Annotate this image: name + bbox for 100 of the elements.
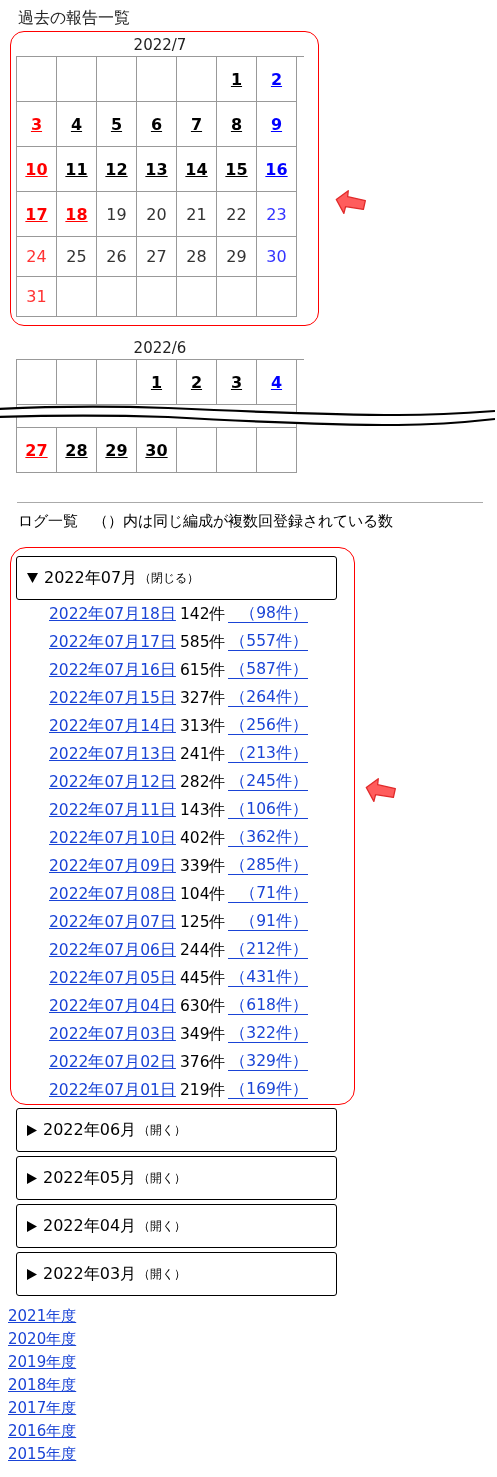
calendar-day[interactable]: 8	[230, 114, 243, 134]
date-link[interactable]: 2022年07月10日	[49, 827, 176, 849]
log-count: 143件	[179, 799, 227, 821]
calendar-day[interactable]: 17	[25, 204, 48, 224]
calendar-day[interactable]: 27	[25, 440, 48, 460]
month-toggle[interactable]: 2022年06月（開く）	[16, 1108, 337, 1152]
month-toggle[interactable]: 2022年04月（開く）	[16, 1204, 337, 1248]
date-link[interactable]: 2022年07月01日	[49, 1079, 176, 1101]
calendar-day[interactable]: 9	[270, 114, 283, 134]
date-link[interactable]: 2022年07月08日	[49, 883, 176, 905]
date-link[interactable]: 2022年07月13日	[49, 743, 176, 765]
month-toggle[interactable]: 2022年07月（閉じる）	[16, 556, 337, 600]
duplicate-count-link[interactable]: （71件）	[227, 885, 308, 903]
duplicate-count-link[interactable]: （285件）	[227, 857, 308, 875]
year-link[interactable]: 2016年度	[8, 1420, 77, 1443]
date-link[interactable]: 2022年07月05日	[49, 967, 176, 989]
month-label: 2022年04月	[43, 1215, 137, 1237]
calendar-day[interactable]: 12	[105, 159, 128, 179]
duplicate-count-link[interactable]: （264件）	[227, 689, 308, 707]
log-count: 313件	[179, 715, 227, 737]
duplicate-count-link[interactable]: （431件）	[227, 969, 308, 987]
year-link[interactable]: 2017年度	[8, 1397, 77, 1420]
date-link[interactable]: 2022年07月11日	[49, 799, 176, 821]
calendar-day: 25	[66, 247, 87, 266]
calendar-day[interactable]: 15	[225, 159, 248, 179]
toggle-hint: （閉じる）	[139, 569, 200, 587]
calendar-day[interactable]: 2	[270, 69, 283, 89]
duplicate-count-link[interactable]: （245件）	[227, 773, 308, 791]
duplicate-count-link[interactable]: （329件）	[227, 1053, 308, 1071]
log-count: 339件	[179, 855, 227, 877]
date-link[interactable]: 2022年07月18日	[49, 603, 176, 625]
calendar-day: 20	[146, 204, 167, 224]
date-link[interactable]: 2022年07月15日	[49, 687, 176, 709]
calendar-day[interactable]: 11	[65, 159, 88, 179]
date-link[interactable]: 2022年07月17日	[49, 631, 176, 653]
duplicate-count-link[interactable]: （362件）	[227, 829, 308, 847]
calendar-day[interactable]: 28	[65, 440, 88, 460]
log-count: 219件	[179, 1079, 227, 1101]
calendar-day[interactable]: 2	[190, 372, 203, 392]
calendar-day[interactable]: 16	[265, 159, 288, 179]
log-count: 125件	[179, 911, 227, 933]
log-count: 585件	[179, 631, 227, 653]
calendar-day[interactable]: 7	[190, 114, 203, 134]
log-count: 630件	[179, 995, 227, 1017]
date-link[interactable]: 2022年07月09日	[49, 855, 176, 877]
calendar-day[interactable]: 14	[185, 159, 208, 179]
expanded-triangle-icon	[27, 573, 38, 583]
calendar-day[interactable]: 18	[65, 204, 88, 224]
date-link[interactable]: 2022年07月04日	[49, 995, 176, 1017]
duplicate-count-link[interactable]: （212件）	[227, 941, 308, 959]
calendar-day[interactable]: 5	[110, 114, 123, 134]
duplicate-count-link[interactable]: （213件）	[227, 745, 308, 763]
year-link[interactable]: 2015年度	[8, 1443, 77, 1466]
duplicate-count-link[interactable]: （256件）	[227, 717, 308, 735]
date-link[interactable]: 2022年07月07日	[49, 911, 176, 933]
duplicate-count-link[interactable]: （587件）	[227, 661, 308, 679]
log-count: 244件	[179, 939, 227, 961]
date-link[interactable]: 2022年07月16日	[49, 659, 176, 681]
calendar-day[interactable]: 10	[25, 159, 48, 179]
calendar-caption: 2022/7	[132, 35, 188, 56]
calendar-day[interactable]: 1	[230, 69, 243, 89]
date-link[interactable]: 2022年07月02日	[49, 1051, 176, 1073]
calendar-day[interactable]: 30	[145, 440, 168, 460]
calendar-day[interactable]: 29	[105, 440, 128, 460]
calendar-day[interactable]: 3	[30, 114, 43, 134]
log-count: 445件	[179, 967, 227, 989]
duplicate-count-link[interactable]: （169件）	[227, 1081, 308, 1099]
toggle-hint: （開く）	[138, 1121, 187, 1139]
duplicate-count-link[interactable]: （618件）	[227, 997, 308, 1015]
year-link[interactable]: 2020年度	[8, 1328, 77, 1351]
calendar-day: 28	[186, 247, 207, 266]
calendar-day[interactable]: 6	[150, 114, 163, 134]
month-toggle[interactable]: 2022年03月（開く）	[16, 1252, 337, 1296]
duplicate-count-link[interactable]: （98件）	[227, 605, 308, 623]
calendar-day: 19	[106, 204, 127, 224]
month-toggle[interactable]: 2022年05月（開く）	[16, 1156, 337, 1200]
calendar-day[interactable]: 4	[270, 372, 283, 392]
collapsed-triangle-icon	[27, 1172, 37, 1184]
year-link[interactable]: 2018年度	[8, 1374, 77, 1397]
log-count: 104件	[179, 883, 227, 905]
duplicate-count-link[interactable]: （322件）	[227, 1025, 308, 1043]
calendar-day[interactable]: 4	[70, 114, 83, 134]
calendar-day[interactable]: 13	[145, 159, 168, 179]
log-count: 349件	[179, 1023, 227, 1045]
date-link[interactable]: 2022年07月06日	[49, 939, 176, 961]
calendar-day: 21	[186, 204, 207, 224]
date-link[interactable]: 2022年07月12日	[49, 771, 176, 793]
pointer-arrow-icon	[364, 778, 396, 804]
duplicate-count-link[interactable]: （91件）	[227, 913, 308, 931]
toggle-hint: （開く）	[138, 1265, 187, 1283]
month-label: 2022年07月	[44, 567, 138, 589]
duplicate-count-link[interactable]: （106件）	[227, 801, 308, 819]
calendar-day[interactable]: 1	[150, 372, 163, 392]
year-link[interactable]: 2019年度	[8, 1351, 77, 1374]
date-link[interactable]: 2022年07月03日	[49, 1023, 176, 1045]
log-count: 142件	[179, 603, 227, 625]
year-link[interactable]: 2021年度	[8, 1305, 77, 1328]
date-link[interactable]: 2022年07月14日	[49, 715, 176, 737]
calendar-day[interactable]: 3	[230, 372, 243, 392]
duplicate-count-link[interactable]: （557件）	[227, 633, 308, 651]
